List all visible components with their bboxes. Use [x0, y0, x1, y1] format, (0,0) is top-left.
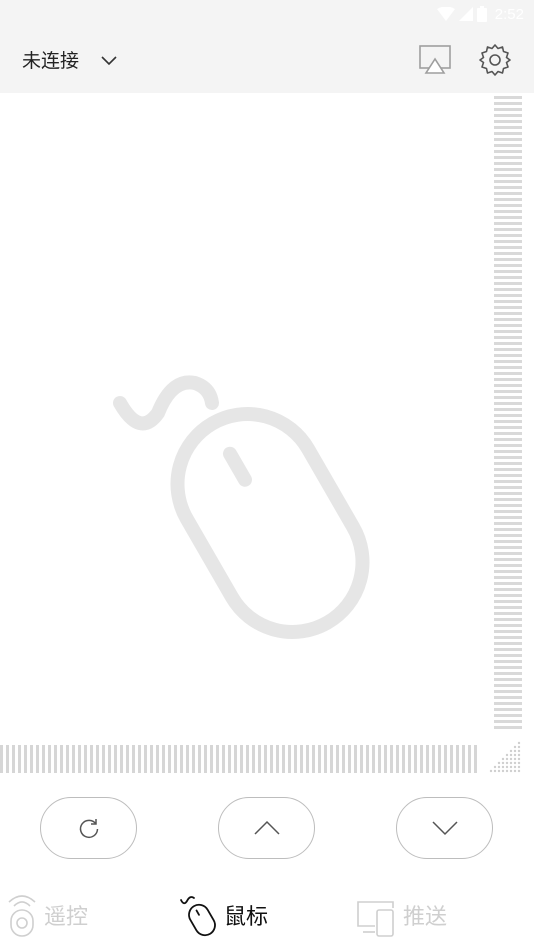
cell-signal-icon	[458, 7, 473, 21]
screen-cast-button[interactable]	[418, 44, 454, 78]
connection-selector[interactable]: 未连接	[22, 46, 119, 73]
chevron-down-icon	[431, 821, 458, 836]
scroll-up-button[interactable]	[218, 797, 315, 859]
settings-button[interactable]	[477, 42, 513, 78]
nav-item-push[interactable]: 推送	[355, 890, 447, 940]
screen-cast-icon	[419, 45, 451, 74]
mouse-icon	[180, 896, 216, 937]
refresh-icon	[79, 819, 98, 838]
nav-item-remote[interactable]: 遥控	[6, 890, 88, 940]
status-time: 2:52	[494, 5, 524, 23]
scroll-down-button[interactable]	[396, 797, 493, 859]
nav-item-mouse[interactable]: 鼠标	[178, 890, 268, 940]
vertical-scroll-strip[interactable]	[494, 96, 522, 730]
devices-icon	[357, 901, 394, 937]
gear-icon	[479, 44, 511, 76]
nav-label-remote: 遥控	[44, 905, 89, 930]
status-bar: 2:52	[0, 0, 534, 28]
touchpad-area[interactable]	[0, 93, 490, 738]
status-icons: 2:52	[436, 4, 524, 24]
connection-status-label: 未连接	[22, 50, 80, 72]
bottom-nav: 遥控 鼠标 推送	[0, 885, 534, 950]
nav-label-mouse: 鼠标	[224, 905, 269, 930]
wifi-icon	[436, 7, 455, 21]
top-app-bar: 未连接	[0, 28, 534, 93]
resize-grip-icon	[489, 741, 521, 773]
mouse-control-screen: 2:52 未连接 遥控 鼠标 推送	[0, 0, 534, 950]
refresh-button[interactable]	[40, 797, 137, 859]
battery-icon	[476, 6, 487, 22]
mouse-icon	[113, 375, 370, 639]
chevron-down-icon	[101, 55, 117, 65]
remote-icon	[8, 895, 36, 937]
nav-label-push: 推送	[403, 905, 448, 930]
chevron-up-icon	[253, 820, 280, 835]
horizontal-scroll-strip[interactable]	[0, 745, 478, 773]
